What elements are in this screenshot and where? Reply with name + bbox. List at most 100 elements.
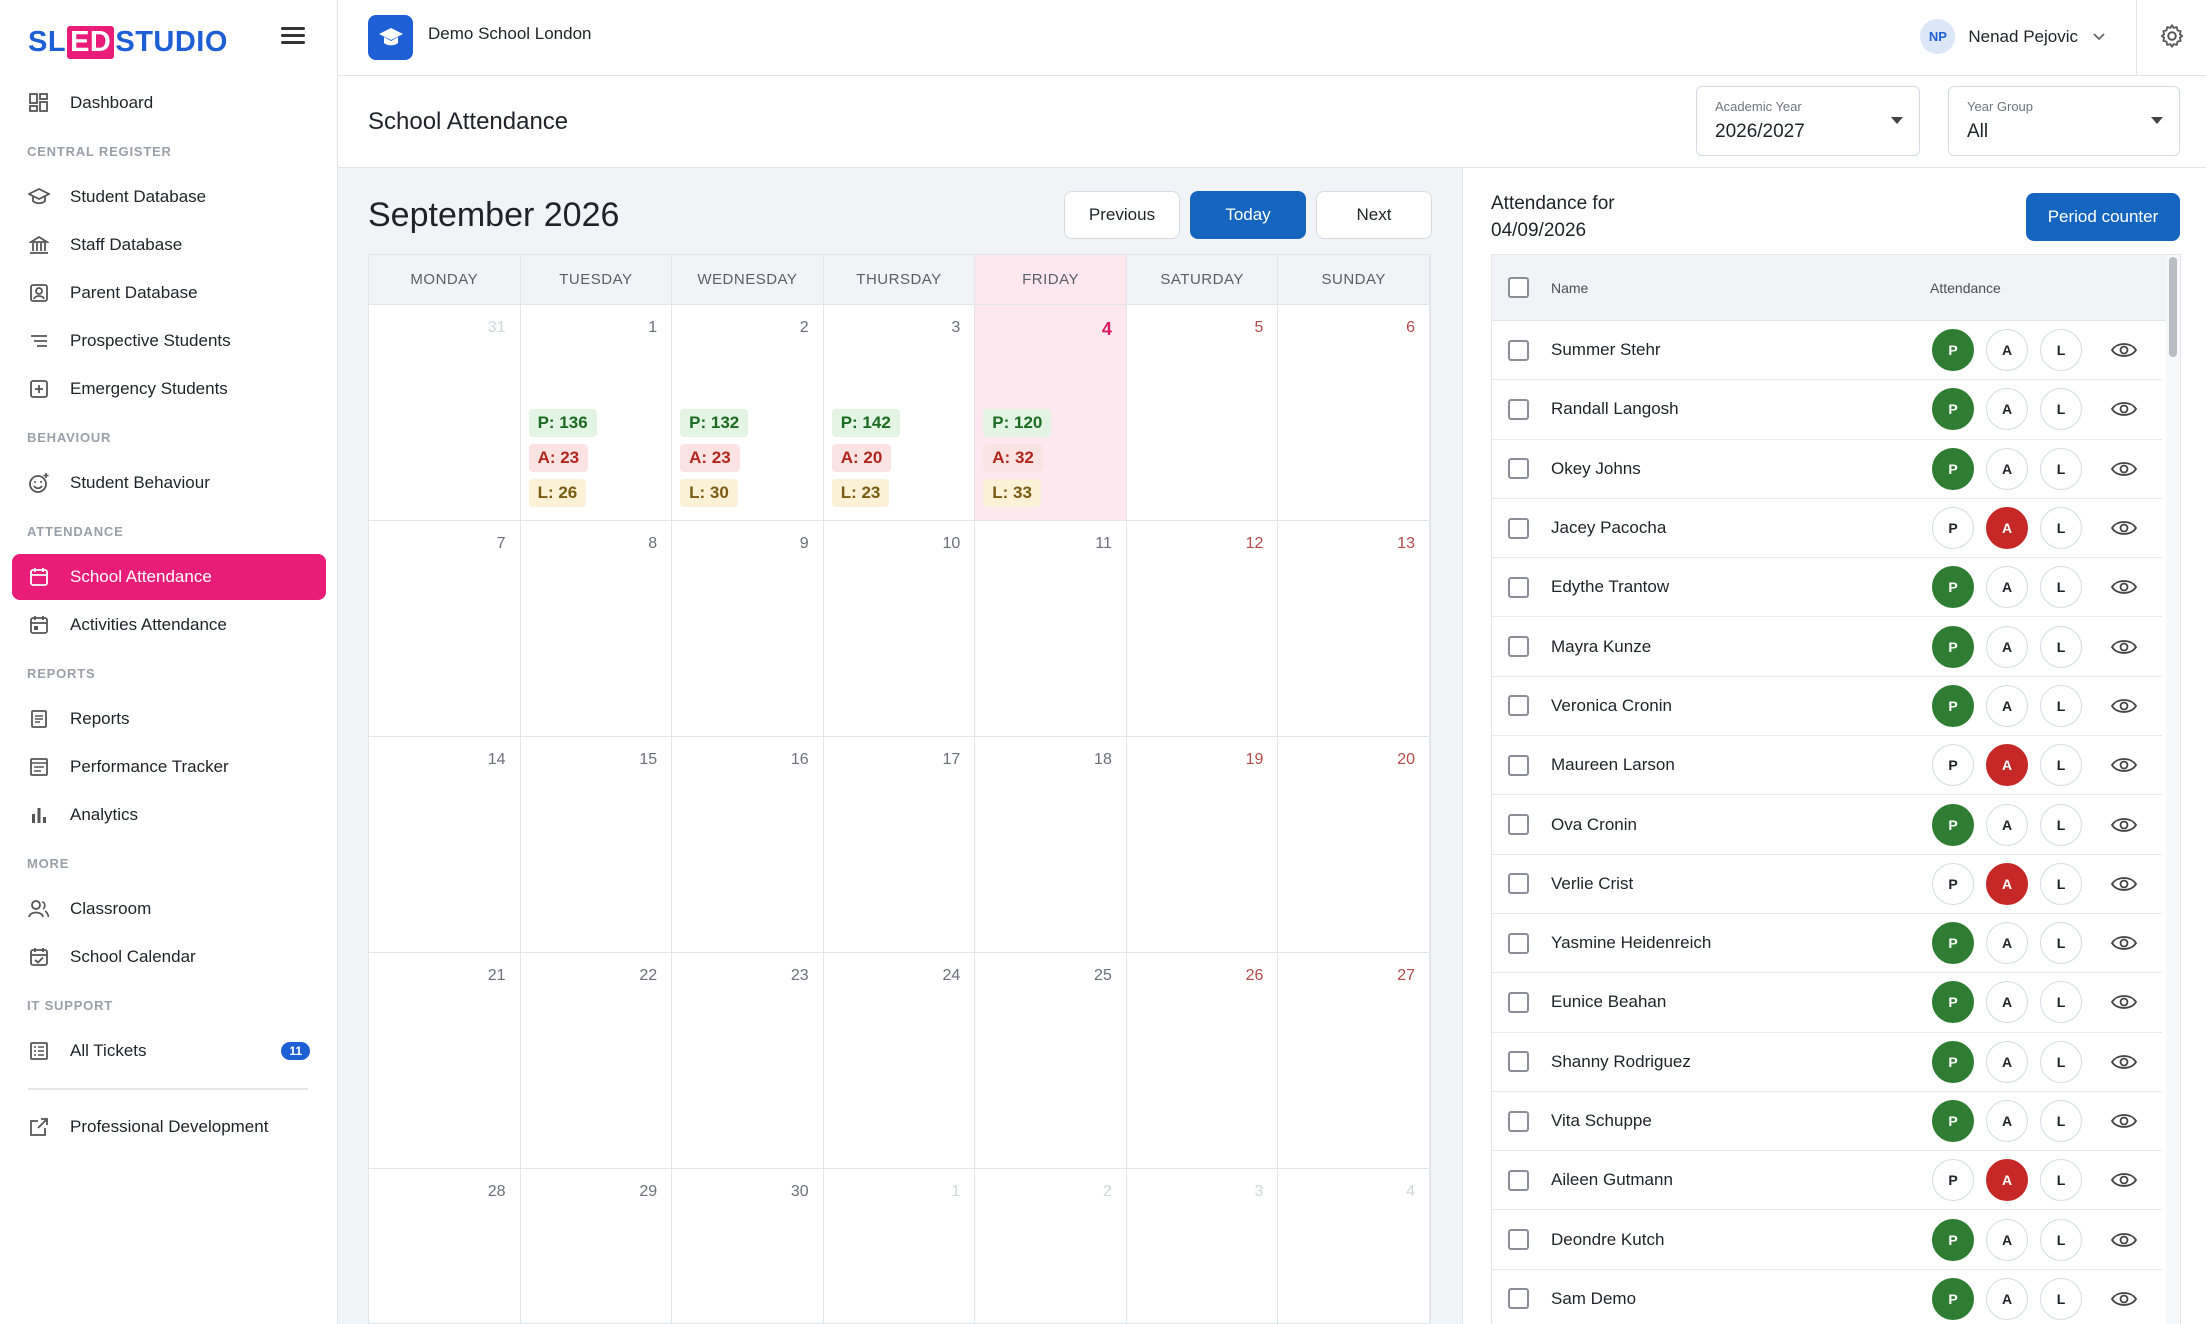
sidebar-item-dashboard[interactable]: Dashboard	[12, 80, 326, 126]
eye-icon[interactable]	[2110, 1289, 2138, 1309]
calendar-day[interactable]: 22	[520, 953, 673, 1169]
row-checkbox[interactable]	[1508, 1169, 1529, 1191]
calendar-day[interactable]: 3 P: 142 A: 20 L: 23	[823, 305, 976, 521]
eye-icon[interactable]	[2110, 696, 2138, 716]
calendar-day[interactable]: 2 P: 132 A: 23 L: 30	[672, 305, 824, 521]
row-checkbox[interactable]	[1508, 458, 1529, 480]
calendar-day[interactable]: 2	[975, 1169, 1127, 1324]
eye-icon[interactable]	[2110, 1111, 2138, 1131]
absent-chip[interactable]: A	[1986, 329, 2028, 372]
absent-chip[interactable]: A	[1986, 1040, 2028, 1083]
present-chip[interactable]: P	[1932, 1159, 1974, 1202]
present-chip[interactable]: P	[1932, 388, 1974, 431]
present-chip[interactable]: P	[1932, 1100, 1974, 1142]
sidebar-item-prospective-students[interactable]: Prospective Students	[12, 318, 326, 364]
calendar-day[interactable]: 13	[1278, 521, 1430, 737]
eye-icon[interactable]	[2110, 874, 2138, 894]
user-menu[interactable]: NP Nenad Pejovic	[1920, 19, 2106, 54]
row-checkbox[interactable]	[1508, 517, 1529, 539]
row-checkbox[interactable]	[1508, 398, 1529, 420]
student-name[interactable]: Deondre Kutch	[1551, 1230, 1932, 1250]
school-name[interactable]: Demo School London	[428, 24, 592, 44]
sidebar-item-emergency-students[interactable]: Emergency Students	[12, 366, 326, 412]
row-checkbox[interactable]	[1508, 576, 1529, 598]
late-chip[interactable]: L	[2040, 922, 2082, 965]
absent-chip[interactable]: A	[1986, 862, 2028, 905]
present-chip[interactable]: P	[1932, 507, 1974, 550]
absent-chip[interactable]: A	[1986, 1218, 2028, 1261]
scrollbar[interactable]	[2166, 255, 2180, 1324]
eye-icon[interactable]	[2110, 1052, 2138, 1072]
present-chip[interactable]: P	[1932, 803, 1974, 846]
sidebar-item-staff-database[interactable]: Staff Database	[12, 222, 326, 268]
late-chip[interactable]: L	[2040, 507, 2082, 550]
student-name[interactable]: Mayra Kunze	[1551, 637, 1932, 657]
calendar-day[interactable]: 19	[1126, 737, 1279, 953]
present-chip[interactable]: P	[1932, 625, 1974, 668]
next-button[interactable]: Next	[1316, 191, 1432, 239]
late-chip[interactable]: L	[2040, 1218, 2082, 1261]
student-name[interactable]: Maureen Larson	[1551, 755, 1932, 775]
calendar-day[interactable]: 1 P: 136 A: 23 L: 26	[520, 305, 673, 521]
present-chip[interactable]: P	[1932, 744, 1974, 787]
present-chip[interactable]: P	[1932, 329, 1974, 372]
student-name[interactable]: Ova Cronin	[1551, 815, 1932, 835]
late-chip[interactable]: L	[2040, 744, 2082, 787]
period-counter-button[interactable]: Period counter	[2026, 193, 2180, 241]
calendar-day[interactable]: 7	[369, 521, 521, 737]
calendar-day[interactable]: 23	[672, 953, 824, 1169]
row-checkbox[interactable]	[1508, 814, 1529, 836]
calendar-day[interactable]: 24	[823, 953, 976, 1169]
eye-icon[interactable]	[2110, 1230, 2138, 1250]
row-checkbox[interactable]	[1508, 932, 1529, 954]
calendar-day[interactable]: 1	[824, 1169, 976, 1324]
eye-icon[interactable]	[2110, 518, 2138, 538]
row-checkbox[interactable]	[1508, 754, 1529, 776]
calendar-day[interactable]: 10	[823, 521, 976, 737]
absent-chip[interactable]: A	[1986, 803, 2028, 846]
present-chip[interactable]: P	[1932, 1218, 1974, 1261]
calendar-day[interactable]: 15	[520, 737, 673, 953]
student-name[interactable]: Aileen Gutmann	[1551, 1170, 1932, 1190]
absent-chip[interactable]: A	[1986, 388, 2028, 431]
eye-icon[interactable]	[2110, 815, 2138, 835]
calendar-day[interactable]: 4	[1278, 1169, 1430, 1324]
settings-button[interactable]	[2136, 0, 2206, 76]
late-chip[interactable]: L	[2040, 566, 2082, 609]
eye-icon[interactable]	[2110, 755, 2138, 775]
student-name[interactable]: Sam Demo	[1551, 1289, 1932, 1309]
present-chip[interactable]: P	[1932, 1040, 1974, 1083]
calendar-day[interactable]: 31	[369, 305, 521, 521]
eye-icon[interactable]	[2110, 577, 2138, 597]
late-chip[interactable]: L	[2040, 862, 2082, 905]
student-name[interactable]: Okey Johns	[1551, 459, 1932, 479]
sidebar-item-performance-tracker[interactable]: Performance Tracker	[12, 744, 326, 790]
late-chip[interactable]: L	[2040, 1277, 2082, 1320]
absent-chip[interactable]: A	[1986, 744, 2028, 787]
eye-icon[interactable]	[2110, 1170, 2138, 1190]
late-chip[interactable]: L	[2040, 684, 2082, 727]
row-checkbox[interactable]	[1508, 1051, 1529, 1073]
eye-icon[interactable]	[2110, 933, 2138, 953]
calendar-day[interactable]: 17	[823, 737, 976, 953]
sidebar-item-school-attendance[interactable]: School Attendance	[12, 554, 326, 600]
row-checkbox[interactable]	[1508, 695, 1529, 717]
menu-toggle-icon[interactable]	[281, 27, 305, 47]
eye-icon[interactable]	[2110, 637, 2138, 657]
eye-icon[interactable]	[2110, 340, 2138, 360]
academic-year-select[interactable]: Academic Year 2026/2027	[1696, 86, 1920, 156]
row-checkbox[interactable]	[1508, 991, 1529, 1013]
calendar-day[interactable]: 29	[521, 1169, 673, 1324]
sidebar-item-parent-database[interactable]: Parent Database	[12, 270, 326, 316]
student-name[interactable]: Summer Stehr	[1551, 340, 1932, 360]
student-name[interactable]: Veronica Cronin	[1551, 696, 1932, 716]
sidebar-item-classroom[interactable]: Classroom	[12, 886, 326, 932]
sidebar-item-student-database[interactable]: Student Database	[12, 174, 326, 220]
row-checkbox[interactable]	[1508, 636, 1529, 658]
present-chip[interactable]: P	[1932, 684, 1974, 727]
late-chip[interactable]: L	[2040, 803, 2082, 846]
eye-icon[interactable]	[2110, 459, 2138, 479]
present-chip[interactable]: P	[1932, 1277, 1974, 1320]
sidebar-item-reports[interactable]: Reports	[12, 696, 326, 742]
student-name[interactable]: Verlie Crist	[1551, 874, 1932, 894]
